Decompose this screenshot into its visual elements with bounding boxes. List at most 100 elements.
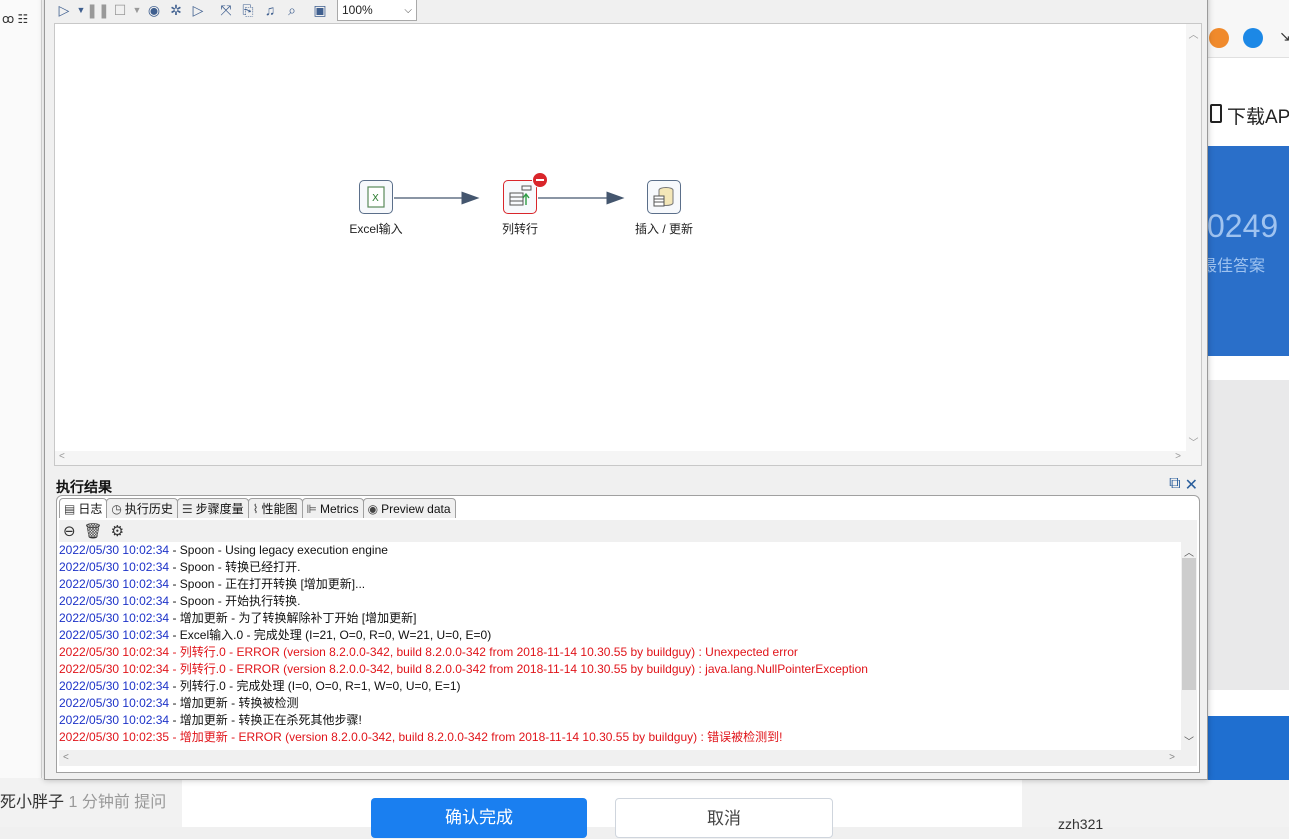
tab-label: 性能图 — [261, 502, 298, 516]
settings-gear-icon[interactable]: ⚙ — [111, 522, 124, 540]
hop-lines — [394, 191, 625, 205]
stat-subtitle: 最佳答案 — [1201, 258, 1266, 275]
results-tabs: ▤ 日志 ◷ 执行历史 ☰ 步骤度量 ⌇ 性能图 ⊫ Metrics ◉ Preview d… — [59, 498, 456, 518]
database-update-icon — [653, 187, 674, 207]
commenter-name[interactable]: 死小胖子 — [0, 794, 64, 811]
log-text-area[interactable]: 2022/05/30 10:02:34 - Spoon - Using lega… — [59, 542, 1181, 750]
scroll-left-icon[interactable]: < — [63, 752, 69, 763]
log-toolbar: ⊖ 🗑 ⚙ — [59, 520, 1197, 542]
chevron-down-icon: ⌵ — [404, 4, 412, 16]
eye-icon: ◉ — [367, 501, 379, 516]
impact-icon[interactable]: ⎘ — [237, 0, 259, 21]
download-arrow-icon[interactable]: ↘ — [1279, 28, 1289, 45]
log-line: 2022/05/30 10:02:34 - 增加更新 - 转换被检测 — [59, 695, 1181, 712]
log-timestamp: 2022/05/30 10:02:34 — [59, 560, 170, 574]
trash-icon[interactable]: 🗑 — [84, 522, 103, 540]
scroll-right-icon[interactable]: > — [1175, 451, 1181, 462]
pause-icon[interactable]: ❚❚ — [86, 0, 109, 21]
log-message: - Spoon - 正在打开转换 [增加更新]... — [169, 577, 366, 591]
log-vertical-scrollbar[interactable]: ︿ ﹀ — [1181, 542, 1197, 750]
scroll-left-icon[interactable]: < — [59, 451, 65, 462]
show-results-icon[interactable]: ▣ — [309, 0, 331, 21]
zoom-value: 100% — [342, 3, 373, 17]
log-line: 2022/05/30 10:02:34 - Excel输入.0 - 完成处理 (… — [59, 627, 1181, 644]
svg-text:X: X — [372, 193, 379, 204]
results-tabs-container: ▤ 日志 ◷ 执行历史 ☰ 步骤度量 ⌇ 性能图 ⊫ Metrics ◉ Preview d… — [56, 495, 1200, 773]
log-message: - 增加更新 - 转换正在杀死其他步骤! — [169, 713, 362, 727]
tab-preview-data[interactable]: ◉ Preview data — [362, 498, 456, 518]
log-line: 2022/05/30 10:02:34 - 增加更新 - 为了转换解除补丁开始 … — [59, 610, 1181, 627]
infinity-icon[interactable] — [1243, 28, 1263, 48]
cancel-button[interactable]: 取消 — [615, 798, 833, 838]
log-line: 2022/05/30 10:02:34 - 列转行.0 - ERROR (ver… — [59, 661, 1181, 678]
log-timestamp: 2022/05/30 10:02:34 — [59, 696, 170, 710]
log-message: - Spoon - 转换已经打开. — [169, 560, 301, 574]
scroll-up-icon[interactable]: ︿ — [1181, 544, 1197, 559]
log-message: - 列转行.0 - ERROR (version 8.2.0.0-342, bu… — [169, 662, 868, 676]
list-view-icon[interactable]: ꝏ ☷ — [2, 12, 28, 26]
preview-icon[interactable]: ◉ — [143, 0, 165, 21]
tab-performance-graph[interactable]: ⌇ 性能图 — [247, 498, 303, 518]
step-insert-update[interactable] — [647, 180, 681, 214]
tab-step-metrics[interactable]: ☰ 步骤度量 — [176, 498, 249, 518]
pivot-table-icon — [509, 185, 532, 206]
comment-time: 1 分钟前 提问 — [68, 794, 167, 811]
log-message: - Spoon - 开始执行转换. — [169, 594, 301, 608]
log-message: - 列转行.0 - ERROR (version 8.2.0.0-342, bu… — [169, 645, 798, 659]
replay-icon[interactable]: ▷ — [187, 0, 209, 21]
log-line: 2022/05/30 10:02:34 - Spoon - 正在打开转换 [增加… — [59, 576, 1181, 593]
stats-banner: 0249 最佳答案 — [1201, 146, 1289, 356]
clock-icon: ◷ — [111, 501, 122, 516]
download-app-link[interactable]: 下载AP — [1207, 84, 1289, 144]
tab-execution-history[interactable]: ◷ 执行历史 — [106, 498, 178, 518]
tab-label: 步骤度量 — [195, 502, 244, 516]
debug-icon[interactable]: ✲ — [165, 0, 187, 21]
log-icon: ▤ — [64, 501, 76, 516]
scroll-down-icon[interactable]: ﹀ — [1181, 733, 1197, 748]
verify-icon[interactable]: ⤧ — [215, 0, 237, 21]
log-message: - Spoon - Using legacy execution engine — [169, 543, 388, 557]
log-message: - 增加更新 - 转换被检测 — [169, 696, 299, 710]
game-icon[interactable] — [1209, 28, 1229, 48]
maximize-panel-icon[interactable]: ⧉ — [1169, 475, 1180, 495]
log-line: 2022/05/30 10:02:34 - Spoon - Using lega… — [59, 542, 1181, 559]
step-excel-input[interactable]: X — [359, 180, 393, 214]
sql-icon[interactable]: ♫ — [259, 0, 281, 21]
log-line: 2022/05/30 10:02:35 - 增加更新 - ERROR (vers… — [59, 729, 1181, 746]
tab-log[interactable]: ▤ 日志 — [59, 498, 108, 518]
execution-results-panel: 执行结果 ⧉ ✕ ▤ 日志 ◷ 执行历史 ☰ 步骤度量 ⌇ 性能图 ⊫ Metrics ◉… — [54, 473, 1202, 775]
scroll-down-icon[interactable]: ﹀ — [1186, 434, 1201, 449]
log-line: 2022/05/30 10:02:34 - 列转行.0 - 完成处理 (I=0,… — [59, 678, 1181, 695]
close-icon[interactable]: ✕ — [1185, 475, 1198, 495]
log-timestamp: 2022/05/30 10:02:34 — [59, 713, 170, 727]
run-icon[interactable]: ▷ — [53, 0, 75, 21]
scroll-right-icon[interactable]: > — [1169, 752, 1175, 763]
browser-toolbar-fragment: ↘ — [1207, 0, 1289, 58]
error-badge-icon[interactable] — [532, 172, 548, 188]
log-timestamp: 2022/05/30 10:02:35 — [59, 730, 170, 744]
confirm-button[interactable]: 确认完成 — [371, 798, 587, 838]
step-row-normaliser[interactable] — [503, 180, 537, 214]
log-message: - 增加更新 - 为了转换解除补丁开始 [增加更新] — [169, 611, 417, 625]
results-panel-tools: ⧉ ✕ — [1169, 475, 1198, 495]
scroll-thumb[interactable] — [1182, 558, 1196, 690]
zoom-select[interactable]: 100% ⌵ — [337, 0, 417, 21]
tab-label: 日志 — [78, 502, 103, 516]
tab-metrics[interactable]: ⊫ Metrics — [301, 498, 364, 518]
canvas-horizontal-scrollbar[interactable]: < > — [55, 451, 1201, 465]
stop-dropdown-icon[interactable]: ▼ — [131, 0, 143, 21]
log-message: - 增加更新 - ERROR (version 8.2.0.0-342, bui… — [169, 730, 783, 744]
clear-log-icon[interactable]: ⊖ — [63, 522, 76, 540]
log-horizontal-scrollbar[interactable]: < > — [59, 750, 1197, 766]
run-dropdown-icon[interactable]: ▼ — [75, 0, 87, 21]
log-timestamp: 2022/05/30 10:02:34 — [59, 594, 170, 608]
canvas-vertical-scrollbar[interactable]: ︿ ﹀ — [1186, 24, 1201, 465]
transformation-canvas[interactable]: X Excel输入 列转行 插入 / 更新 ︿ ﹀ < > — [54, 23, 1202, 466]
log-timestamp: 2022/05/30 10:02:34 — [59, 611, 170, 625]
explore-db-icon[interactable]: ⌕ — [281, 0, 303, 21]
tab-label: Metrics — [319, 501, 359, 516]
stop-icon[interactable]: ☐ — [109, 0, 131, 21]
excel-file-icon: X — [367, 186, 385, 208]
scroll-up-icon[interactable]: ︿ — [1186, 26, 1201, 41]
line-chart-icon: ⌇ — [252, 501, 259, 516]
